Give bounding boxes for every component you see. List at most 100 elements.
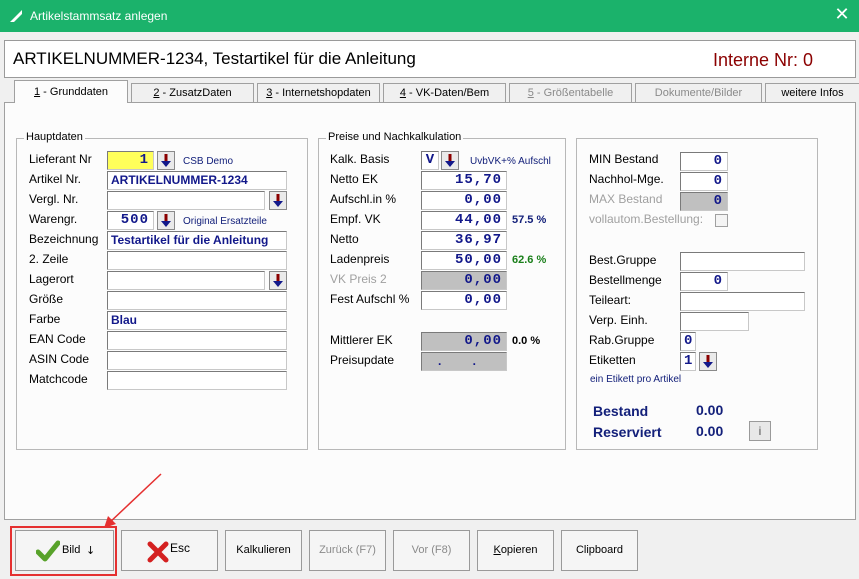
verp-einh-input[interactable] xyxy=(680,312,749,331)
article-header: ARTIKELNUMMER-1234, Testartikel für die … xyxy=(4,40,856,78)
kalk-basis-label: Kalk. Basis xyxy=(330,152,390,166)
reserviert-label: Reserviert xyxy=(593,424,662,440)
ean-input[interactable] xyxy=(107,331,287,350)
clipboard-button[interactable]: Clipboard xyxy=(561,530,638,571)
lieferant-nr-input[interactable]: 1 xyxy=(107,151,154,170)
fest-aufschl-label: Fest Aufschl % xyxy=(330,292,410,306)
bestellmenge-input[interactable]: 0 xyxy=(680,272,728,291)
aufschl-input[interactable]: 0,00 xyxy=(421,191,507,210)
warengr-label: Warengr. xyxy=(29,212,78,226)
title-bar: Artikelstammsatz anlegen ✕ xyxy=(0,0,859,32)
kalk-basis-dropdown-button[interactable] xyxy=(441,151,459,170)
bestand-value: 0.00 xyxy=(696,402,724,418)
esc-label: Esc xyxy=(170,541,191,555)
arrow-down-icon xyxy=(273,194,283,207)
vor-button[interactable]: Vor (F8) xyxy=(393,530,470,571)
best-gruppe-input[interactable] xyxy=(680,252,805,271)
verp-einh-label: Verp. Einh. xyxy=(589,313,648,327)
netto-input[interactable]: 36,97 xyxy=(421,231,507,250)
rab-gruppe-label: Rab.Gruppe xyxy=(589,333,655,347)
vergl-nr-dropdown-button[interactable] xyxy=(269,191,287,210)
fest-aufschl-input[interactable]: 0,00 xyxy=(421,291,507,310)
hauptdaten-title: Hauptdaten xyxy=(24,131,85,143)
netto-label: Netto xyxy=(330,232,359,246)
arrow-down-icon xyxy=(161,214,171,227)
etiketten-input[interactable]: 1 xyxy=(680,352,696,371)
asin-label: ASIN Code xyxy=(29,352,90,366)
vergl-nr-input[interactable] xyxy=(107,191,265,210)
tab-groessentabelle[interactable]: 5 - Größentabelle xyxy=(509,83,632,102)
zurueck-button[interactable]: Zurück (F7) xyxy=(309,530,386,571)
warengr-dropdown-button[interactable] xyxy=(157,211,175,230)
max-bestand-label: MAX Bestand xyxy=(589,192,663,206)
lagerort-input[interactable] xyxy=(107,271,265,290)
min-bestand-input[interactable]: 0 xyxy=(680,152,728,171)
bezeichnung-input[interactable]: Testartikel für die Anleitung xyxy=(107,231,287,250)
mittlerer-ek-input: 0,00 xyxy=(421,332,507,351)
lagerort-dropdown-button[interactable] xyxy=(269,271,287,290)
lieferant-dropdown-button[interactable] xyxy=(157,151,175,170)
close-icon[interactable]: ✕ xyxy=(832,5,852,25)
tab-zusatzdaten[interactable]: 2 - ZusatzDaten xyxy=(131,83,254,102)
groesse-label: Größe xyxy=(29,292,64,306)
tab-internetshopdaten[interactable]: 3 - Internetshopdaten xyxy=(257,83,380,102)
best-gruppe-label: Best.Gruppe xyxy=(589,253,657,267)
matchcode-input[interactable] xyxy=(107,371,287,390)
artikel-nr-label: Artikel Nr. xyxy=(29,172,82,186)
preisupdate-input: . . xyxy=(421,352,507,371)
tab-grunddaten[interactable]: 1 - Grunddaten xyxy=(14,80,128,103)
arrow-down-icon xyxy=(161,154,171,167)
aufschl-label: Aufschl.in % xyxy=(330,192,397,206)
farbe-input[interactable]: Blau xyxy=(107,311,287,330)
info-button[interactable]: i xyxy=(749,421,771,441)
etiketten-hint: ein Etikett pro Artikel xyxy=(590,374,682,385)
teileart-input[interactable] xyxy=(680,292,805,311)
netto-ek-input[interactable]: 15,70 xyxy=(421,171,507,190)
vk-preis2-input: 0,00 xyxy=(421,271,507,290)
interne-nr: Interne Nr: 0 xyxy=(712,50,813,70)
red-x-icon xyxy=(147,541,169,563)
artikel-nr-input[interactable]: ARTIKELNUMMER-1234 xyxy=(107,171,287,190)
etiketten-label: Etiketten xyxy=(589,353,636,367)
farbe-label: Farbe xyxy=(29,312,61,326)
teileart-label: Teileart: xyxy=(589,293,632,307)
rab-gruppe-input[interactable]: 0 xyxy=(680,332,696,351)
vk-preis2-label: VK Preis 2 xyxy=(330,272,387,286)
esc-button[interactable]: Esc xyxy=(121,530,218,571)
kalkulieren-button[interactable]: Kalkulieren xyxy=(225,530,302,571)
asin-input[interactable] xyxy=(107,351,287,370)
nachhol-label: Nachhol-Mge. xyxy=(589,172,664,186)
min-bestand-label: MIN Bestand xyxy=(589,152,659,166)
app-logo-icon xyxy=(10,10,22,22)
kalk-basis-hint: UvbVK+% Aufschl xyxy=(470,156,551,167)
etiketten-dropdown-button[interactable] xyxy=(699,352,717,371)
lieferant-nr-label: Lieferant Nr xyxy=(29,152,92,166)
annotation-arrow-icon xyxy=(104,473,162,528)
highlight-box xyxy=(10,526,117,576)
matchcode-label: Matchcode xyxy=(29,372,88,386)
bestand-label: Bestand xyxy=(593,403,649,419)
ladenpreis-label: Ladenpreis xyxy=(330,252,390,266)
ean-label: EAN Code xyxy=(29,332,86,346)
mittlerer-ek-hint: 0.0 % xyxy=(512,335,541,347)
nachhol-input[interactable]: 0 xyxy=(680,172,728,191)
vollautom-label: vollautom.Bestellung: xyxy=(589,212,704,226)
lagerort-label: Lagerort xyxy=(29,272,74,286)
vollautom-checkbox[interactable] xyxy=(715,214,728,227)
lieferant-hint: CSB Demo xyxy=(183,156,234,167)
kopieren-button[interactable]: Kopieren xyxy=(477,530,554,571)
tab-weitere-infos[interactable]: weitere Infos xyxy=(765,83,859,102)
tab-vk-daten[interactable]: 4 - VK-Daten/Bem xyxy=(383,83,506,102)
empf-vk-label: Empf. VK xyxy=(330,212,381,226)
empf-vk-input[interactable]: 44,00 xyxy=(421,211,507,230)
kalk-basis-input[interactable]: V xyxy=(421,151,439,170)
warengr-input[interactable]: 500 xyxy=(107,211,154,230)
reserviert-value: 0.00 xyxy=(696,423,724,439)
zeile2-input[interactable] xyxy=(107,251,287,270)
ladenpreis-input[interactable]: 50,00 xyxy=(421,251,507,270)
zeile2-label: 2. Zeile xyxy=(29,252,69,266)
empf-vk-hint: 57.5 % xyxy=(512,214,547,226)
groesse-input[interactable] xyxy=(107,291,287,310)
bezeichnung-label: Bezeichnung xyxy=(29,232,99,246)
tab-dokumente-bilder[interactable]: Dokumente/Bilder xyxy=(635,83,762,102)
